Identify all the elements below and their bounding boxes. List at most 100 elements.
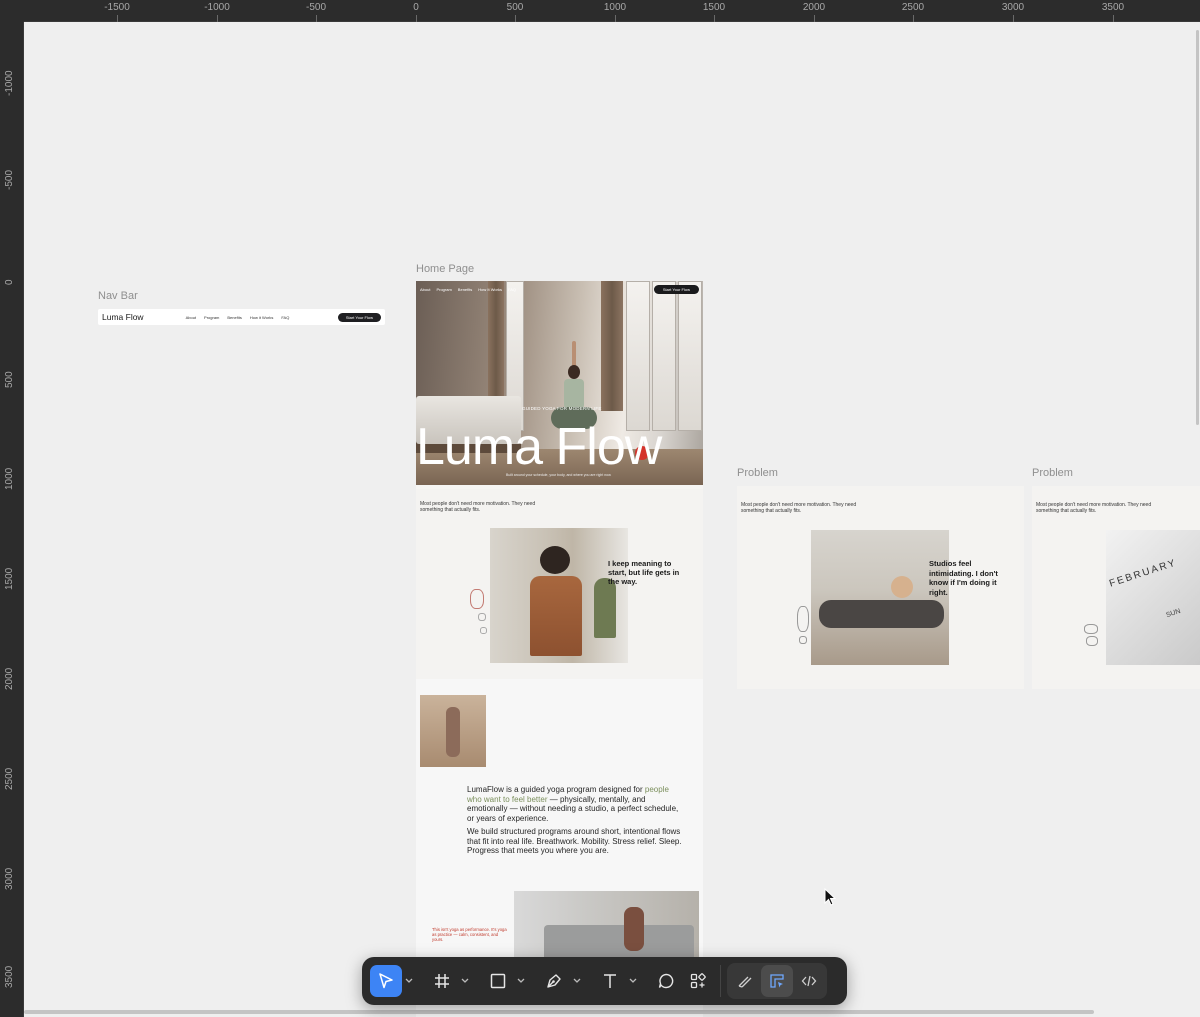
- navbar-link-faq[interactable]: FAQ: [281, 315, 289, 320]
- hero-nav-program[interactable]: Program: [436, 287, 451, 292]
- actions-tool-button[interactable]: [682, 965, 714, 997]
- text-t-icon: [604, 974, 616, 988]
- move-tool-chevron-down-icon[interactable]: [402, 965, 416, 997]
- hero-title: Luma Flow: [416, 418, 662, 476]
- frame-label-problem-2[interactable]: Problem: [1032, 467, 1073, 479]
- about-small-red-text: This isn't yoga as performance. It's yog…: [432, 927, 507, 942]
- hero-window: [652, 281, 676, 431]
- ruler-tick: -500: [4, 169, 15, 190]
- pen-tool-chevron-down-icon[interactable]: [570, 965, 584, 997]
- calendar-day: SUN: [1165, 607, 1182, 620]
- hero-nav-about[interactable]: About: [420, 287, 430, 292]
- ruler-tick: 3000: [4, 867, 15, 890]
- navbar-link-program[interactable]: Program: [204, 315, 219, 320]
- doodle-icon: [470, 589, 484, 609]
- bottom-toolbar: [362, 957, 847, 1005]
- horizontal-scrollbar[interactable]: [24, 1010, 1094, 1014]
- hero-nav-benefits[interactable]: Benefits: [458, 287, 472, 292]
- about-photo-person: [446, 707, 460, 757]
- hero-curtain: [601, 281, 623, 411]
- ruler-tick: 2000: [4, 667, 15, 690]
- mouse-cursor-icon: [824, 887, 837, 911]
- code-brackets-icon: [801, 975, 817, 987]
- home-page-frame[interactable]: About Program Benefits How It Works FAQ …: [416, 281, 703, 1017]
- text-tool-chevron-down-icon[interactable]: [626, 965, 640, 997]
- ruler-tick: 2000: [802, 2, 826, 13]
- ruler-tick: -1500: [104, 2, 130, 13]
- hero-person-torso: [564, 379, 584, 409]
- hero-nav: About Program Benefits How It Works FAQ: [420, 287, 516, 292]
- ruler-top[interactable]: -1500 -1000 -500 0 500 1000 1500 2000 25…: [0, 0, 1200, 22]
- ruler-tick-mark: [714, 15, 715, 22]
- frame-label-problem-1[interactable]: Problem: [737, 467, 778, 479]
- problem-lead-text: Most people don't need more motivation. …: [1036, 502, 1152, 514]
- photo-person-face: [891, 576, 913, 598]
- hero-nav-faq[interactable]: FAQ: [508, 287, 516, 292]
- hero-nav-how-it-works[interactable]: How It Works: [478, 287, 502, 292]
- hero-section[interactable]: About Program Benefits How It Works FAQ …: [416, 281, 703, 485]
- navbar-cta-button[interactable]: Start Your Flow: [337, 312, 381, 322]
- navbar-logo: Luma Flow: [102, 312, 144, 322]
- shape-tool-chevron-down-icon[interactable]: [514, 965, 528, 997]
- frame-tool-button[interactable]: [426, 965, 458, 997]
- photo-person: [624, 907, 644, 951]
- home-problem-section[interactable]: Most people don't need more motivation. …: [416, 489, 703, 679]
- frame-tool-chevron-down-icon[interactable]: [458, 965, 472, 997]
- ruler-tick: 1000: [603, 2, 627, 13]
- ruler-tick-mark: [416, 15, 417, 22]
- move-tool-button[interactable]: [370, 965, 402, 997]
- design-canvas-app: -1500 -1000 -500 0 500 1000 1500 2000 25…: [0, 0, 1200, 1017]
- ruler-tick: -500: [305, 2, 327, 13]
- about-paragraph-2: We build structured programs around shor…: [467, 827, 682, 855]
- comment-bubble-icon: [658, 973, 674, 989]
- navbar-link-how-it-works[interactable]: How it Works: [250, 315, 273, 320]
- doodle-icon: [797, 606, 809, 632]
- ruler-tick-mark: [117, 15, 118, 22]
- ruler-tick-mark: [615, 15, 616, 22]
- hero-curtain: [488, 281, 504, 411]
- hero-subtitle: Built around your schedule, your body, a…: [506, 473, 612, 477]
- ruler-tick: 1500: [702, 2, 726, 13]
- hero-cta-button[interactable]: Start Your Flow: [653, 285, 699, 294]
- problem-frame-1[interactable]: Most people don't need more motivation. …: [737, 486, 1024, 689]
- ruler-tick: 1500: [4, 567, 15, 590]
- comment-tool-button[interactable]: [650, 965, 682, 997]
- pen-tool-button[interactable]: [538, 965, 570, 997]
- problem-photo-calendar: FEBRUARY SUN: [1106, 530, 1200, 665]
- hero-window: [626, 281, 650, 431]
- photo-person: [530, 546, 582, 663]
- draw-pencil-icon: [738, 976, 752, 988]
- ruler-corner: [0, 0, 24, 22]
- cursor-arrow-icon: [379, 973, 393, 989]
- ruler-tick-mark: [316, 15, 317, 22]
- ruler-tick: -1000: [4, 70, 15, 96]
- doodle-icon: [478, 613, 486, 621]
- ruler-tick-mark: [1113, 15, 1114, 22]
- problem-quote: Studios feel intimidating. I don't know …: [929, 559, 998, 597]
- frame-label-navbar[interactable]: Nav Bar: [98, 290, 138, 302]
- design-mode-button[interactable]: [761, 965, 793, 997]
- navbar-link-benefits[interactable]: Benefits: [227, 315, 241, 320]
- dev-mode-button[interactable]: [793, 965, 825, 997]
- ruler-left[interactable]: -1000 -500 0 500 1000 1500 2000 2500 300…: [0, 22, 24, 1017]
- vertical-scrollbar[interactable]: [1196, 30, 1199, 425]
- problem-photo: [490, 528, 628, 663]
- navbar-link-about[interactable]: About: [186, 315, 196, 320]
- ruler-tick: 3000: [1001, 2, 1025, 13]
- design-layout-icon: [770, 974, 784, 988]
- pen-nib-icon: [547, 974, 561, 988]
- ruler-tick: 3500: [1101, 2, 1125, 13]
- hero-kicker: GUIDED YOGA FOR MODERN LIFE: [522, 406, 602, 411]
- shape-tool-button[interactable]: [482, 965, 514, 997]
- ruler-tick-mark: [814, 15, 815, 22]
- about-photo: [420, 695, 486, 767]
- navbar-frame[interactable]: Luma Flow About Program Benefits How it …: [98, 309, 385, 325]
- ruler-tick: 500: [4, 371, 15, 388]
- frame-label-home[interactable]: Home Page: [416, 263, 474, 275]
- photo-person-shirt: [530, 576, 582, 656]
- frame-hash-icon: [435, 974, 449, 988]
- problem-frame-2[interactable]: Most people don't need more motivation. …: [1032, 486, 1200, 689]
- text-tool-button[interactable]: [594, 965, 626, 997]
- problem-lead-text: Most people don't need more motivation. …: [741, 502, 857, 514]
- draw-mode-button[interactable]: [729, 965, 761, 997]
